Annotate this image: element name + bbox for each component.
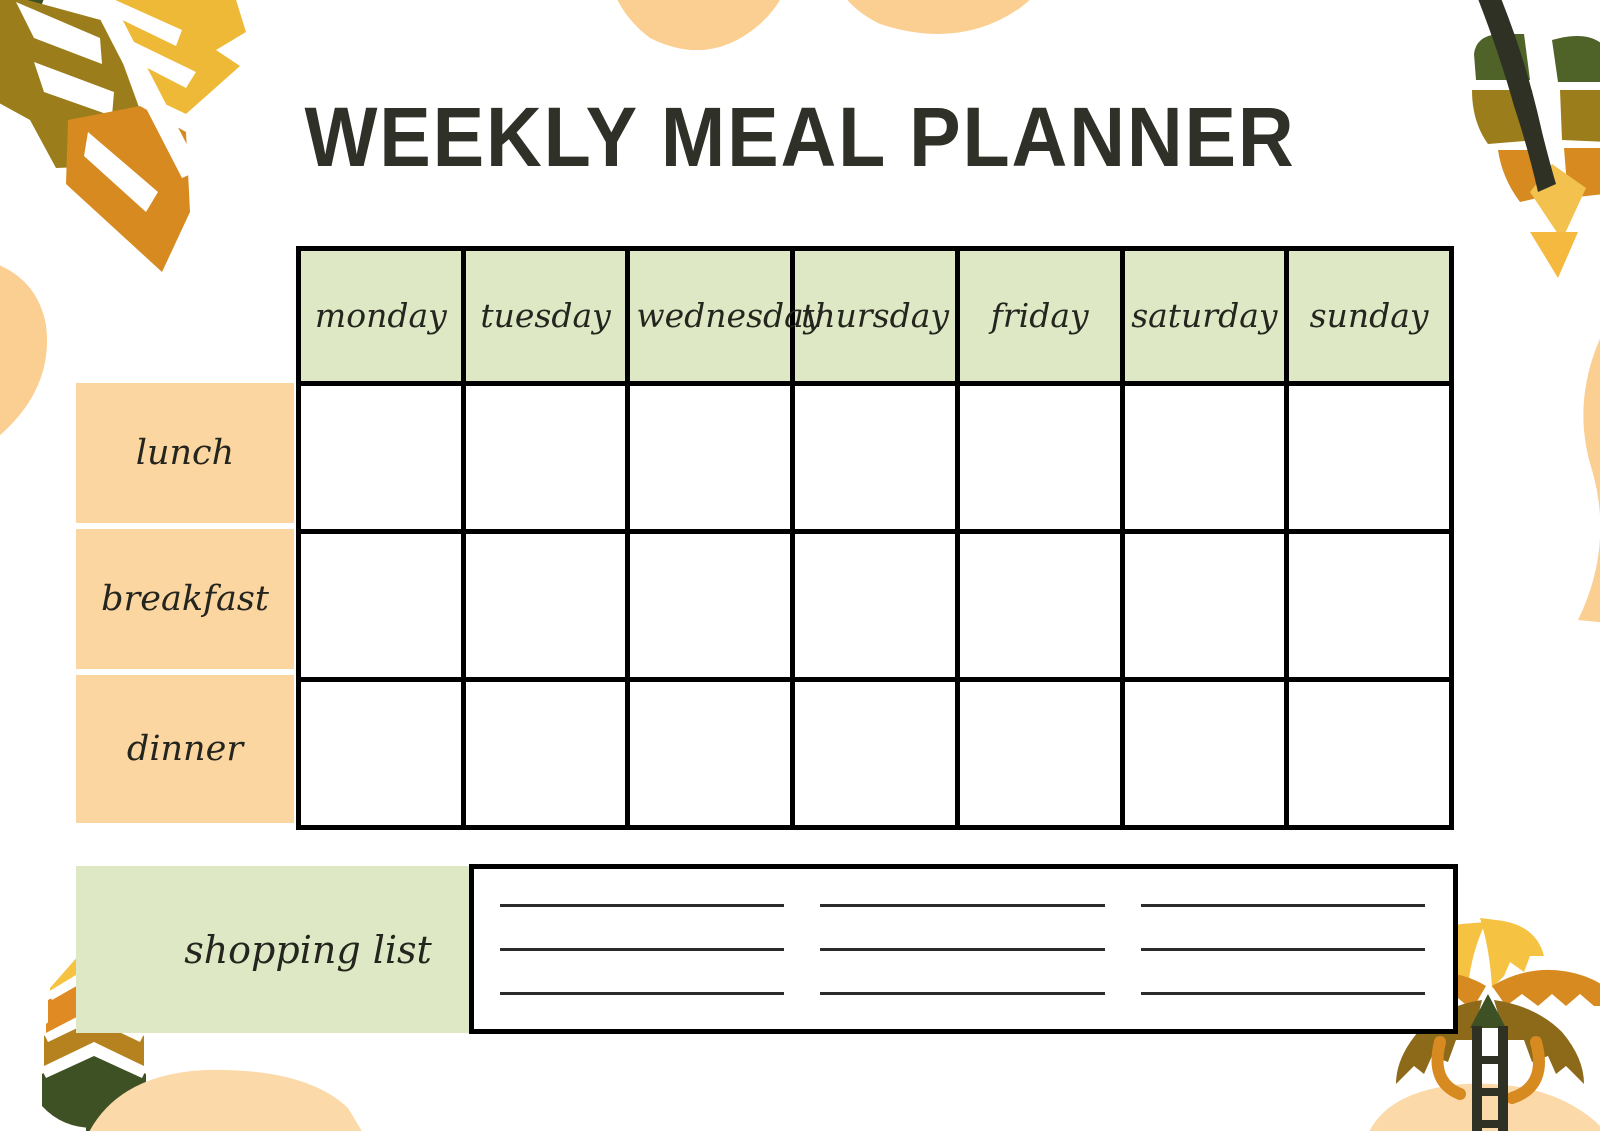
meal-cell[interactable] bbox=[1119, 677, 1290, 830]
meal-cell[interactable] bbox=[1284, 381, 1454, 534]
day-header-row: monday tuesday wednesday thursday friday… bbox=[296, 246, 1454, 386]
shopping-list-label: shopping list bbox=[184, 927, 432, 972]
meal-cell[interactable] bbox=[790, 677, 960, 830]
meal-cell[interactable] bbox=[1284, 677, 1454, 830]
meal-cell[interactable] bbox=[625, 529, 796, 682]
meal-cell[interactable] bbox=[625, 677, 796, 830]
day-header-monday-text: monday bbox=[314, 296, 447, 335]
day-header-monday: monday bbox=[296, 246, 466, 386]
page-title: WEEKLY MEAL PLANNER bbox=[304, 90, 1296, 184]
shopping-line-row bbox=[500, 883, 1425, 927]
day-header-saturday-text: saturday bbox=[1131, 296, 1278, 335]
day-header-tuesday-text: tuesday bbox=[480, 296, 611, 335]
day-header-thursday: thursday bbox=[790, 246, 960, 386]
meal-row-label-column: lunch breakfast dinner bbox=[76, 383, 294, 823]
shopping-list-line[interactable] bbox=[820, 947, 1105, 951]
day-header-tuesday: tuesday bbox=[460, 246, 631, 386]
day-header-sunday: sunday bbox=[1284, 246, 1454, 386]
shopping-list-lines-box bbox=[469, 864, 1458, 1034]
meal-row-breakfast bbox=[296, 529, 1454, 682]
shopping-list-line[interactable] bbox=[1140, 947, 1425, 951]
peach-blob-decoration-left-edge bbox=[0, 255, 64, 455]
meal-cell[interactable] bbox=[460, 677, 631, 830]
meal-planner-page: WEEKLY MEAL PLANNER lunch breakfast dinn… bbox=[0, 0, 1600, 1131]
row-label-breakfast: breakfast bbox=[76, 529, 294, 669]
meal-cell[interactable] bbox=[296, 529, 466, 682]
meal-cell[interactable] bbox=[625, 381, 796, 534]
day-header-wednesday: wednesday bbox=[625, 246, 823, 386]
peach-blob-decoration-top-right bbox=[820, 0, 1060, 48]
shopping-list-line[interactable] bbox=[820, 903, 1105, 907]
meal-cell[interactable] bbox=[1284, 529, 1454, 682]
row-label-lunch-text: lunch bbox=[135, 433, 235, 473]
row-label-dinner-text: dinner bbox=[126, 729, 244, 769]
row-label-dinner: dinner bbox=[76, 675, 294, 823]
row-label-lunch: lunch bbox=[76, 383, 294, 523]
meal-cell[interactable] bbox=[790, 381, 960, 534]
day-header-sunday-text: sunday bbox=[1309, 296, 1429, 335]
meal-cell[interactable] bbox=[1119, 381, 1290, 534]
day-header-thursday-text: thursday bbox=[801, 296, 950, 335]
shopping-list-line[interactable] bbox=[500, 903, 785, 907]
row-label-breakfast-text: breakfast bbox=[101, 579, 269, 619]
peach-blob-decoration-upper-right bbox=[1524, 232, 1584, 282]
peach-blob-decoration-bottom-left bbox=[86, 1068, 366, 1131]
peach-blob-decoration-top-left bbox=[600, 0, 800, 60]
meal-cell[interactable] bbox=[954, 529, 1125, 682]
meal-cell[interactable] bbox=[790, 529, 960, 682]
meal-cell[interactable] bbox=[460, 381, 631, 534]
shopping-list-line[interactable] bbox=[1140, 991, 1425, 995]
meal-planner-grid: monday tuesday wednesday thursday friday… bbox=[296, 246, 1454, 830]
shopping-list-line[interactable] bbox=[500, 991, 785, 995]
shopping-list-line[interactable] bbox=[1140, 903, 1425, 907]
meal-cell[interactable] bbox=[954, 381, 1125, 534]
peach-blob-decoration-right-edge bbox=[1570, 330, 1600, 630]
day-header-friday: friday bbox=[954, 246, 1125, 386]
meal-cell[interactable] bbox=[954, 677, 1125, 830]
meal-row-lunch bbox=[296, 381, 1454, 534]
shopping-list-line[interactable] bbox=[820, 991, 1105, 995]
shopping-line-row bbox=[500, 927, 1425, 971]
meal-cell[interactable] bbox=[296, 381, 466, 534]
day-header-wednesday-text: wednesday bbox=[636, 296, 823, 335]
meal-cell[interactable] bbox=[460, 529, 631, 682]
shopping-list-line[interactable] bbox=[500, 947, 785, 951]
meal-row-dinner bbox=[296, 677, 1454, 830]
day-header-saturday: saturday bbox=[1119, 246, 1290, 386]
meal-cell[interactable] bbox=[296, 677, 466, 830]
shopping-list-label-box: shopping list bbox=[76, 866, 470, 1033]
day-header-friday-text: friday bbox=[990, 296, 1089, 335]
shopping-line-row bbox=[500, 971, 1425, 1015]
meal-cell[interactable] bbox=[1119, 529, 1290, 682]
